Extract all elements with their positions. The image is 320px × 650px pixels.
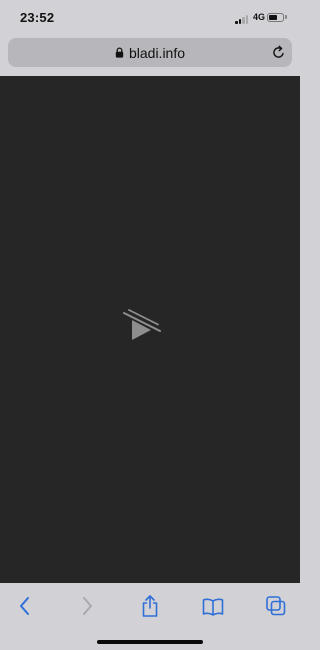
share-button[interactable] xyxy=(137,593,163,619)
share-icon xyxy=(142,595,158,617)
home-indicator[interactable] xyxy=(97,640,203,644)
reload-icon[interactable] xyxy=(271,45,286,60)
chevron-right-icon xyxy=(83,597,92,615)
forward-button[interactable] xyxy=(74,593,100,619)
address-bar[interactable]: bladi.info xyxy=(8,38,292,67)
book-icon xyxy=(202,598,224,616)
signal-strength-icon xyxy=(235,14,249,24)
chevron-left-icon xyxy=(20,597,29,615)
battery-cap xyxy=(285,15,287,19)
url-text: bladi.info xyxy=(128,44,186,61)
back-button[interactable] xyxy=(12,593,38,619)
battery-icon xyxy=(267,13,284,22)
network-type: 4G xyxy=(253,12,266,22)
bookmarks-button[interactable] xyxy=(200,593,226,619)
web-content xyxy=(0,76,300,583)
status-time: 23:52 xyxy=(20,10,55,25)
battery-fill xyxy=(269,15,277,20)
safari-screen: 23:52 4G bladi.info xyxy=(0,0,300,650)
tabs-button[interactable] xyxy=(263,593,289,619)
lock-icon xyxy=(115,47,124,58)
status-bar: 23:52 4G xyxy=(0,0,300,34)
video-unavailable-icon xyxy=(120,309,164,345)
tabs-icon xyxy=(266,596,286,616)
url-field[interactable]: bladi.info xyxy=(8,38,292,67)
